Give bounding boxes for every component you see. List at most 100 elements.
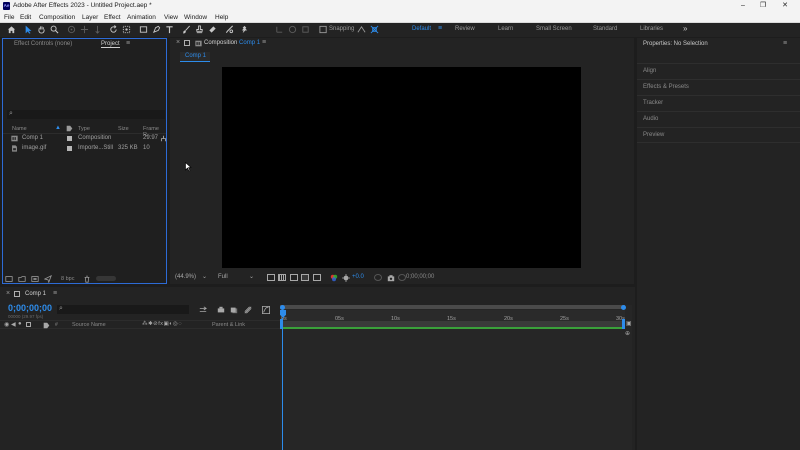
transparency-grid-icon[interactable] bbox=[278, 274, 286, 281]
restore-button[interactable]: ❐ bbox=[758, 1, 768, 11]
tab-project[interactable]: Project bbox=[101, 41, 120, 48]
project-item-comp1[interactable]: Comp 1 Composition 29.97 bbox=[3, 134, 167, 144]
panel-effects-presets[interactable]: Effects & Presets bbox=[637, 79, 800, 95]
audio-icon[interactable]: ◀ bbox=[11, 321, 16, 328]
video-visibility-icon[interactable]: ◉ bbox=[4, 321, 9, 328]
selection-tool-icon[interactable] bbox=[24, 25, 33, 34]
panel-tracker[interactable]: Tracker bbox=[637, 95, 800, 111]
panel-menu-icon[interactable]: ≡ bbox=[262, 39, 266, 46]
rotation-tool-icon[interactable] bbox=[109, 25, 118, 34]
workspace-default[interactable]: Default bbox=[412, 26, 431, 32]
close-window-button[interactable]: ✕ bbox=[780, 1, 790, 11]
menu-help[interactable]: Help bbox=[215, 14, 228, 21]
workspace-libraries[interactable]: Libraries bbox=[640, 26, 663, 32]
zoom-tool-icon[interactable] bbox=[50, 25, 59, 34]
menu-composition[interactable]: Composition bbox=[39, 14, 75, 21]
close-tab-icon[interactable]: × bbox=[176, 39, 180, 46]
local-axis-icon[interactable] bbox=[275, 25, 284, 34]
menu-edit[interactable]: Edit bbox=[20, 14, 31, 21]
workspace-small-screen[interactable]: Small Screen bbox=[536, 26, 572, 32]
dolly-camera-icon[interactable] bbox=[93, 25, 102, 34]
type-tool-icon[interactable] bbox=[165, 25, 174, 34]
current-time-indicator[interactable]: 0;00;00;00 bbox=[8, 303, 52, 313]
panel-divider[interactable] bbox=[168, 38, 170, 284]
new-folder-icon[interactable] bbox=[18, 275, 26, 285]
more-workspaces-icon[interactable]: » bbox=[683, 24, 687, 33]
menu-window[interactable]: Window bbox=[184, 14, 207, 21]
column-source-name[interactable]: Source Name bbox=[72, 322, 106, 328]
brush-tool-icon[interactable] bbox=[182, 25, 191, 34]
composition-duration-bar[interactable] bbox=[282, 321, 623, 329]
time-ruler[interactable]: 0s 05s 10s 15s 20s 25s 30s bbox=[280, 310, 625, 322]
graph-editor-icon[interactable] bbox=[262, 306, 270, 316]
view-axis-icon[interactable] bbox=[301, 25, 310, 34]
column-parent-link[interactable]: Parent & Link bbox=[212, 322, 245, 328]
orbit-camera-icon[interactable] bbox=[67, 25, 76, 34]
composition-mini-flowchart-icon[interactable] bbox=[199, 306, 207, 316]
layer-switches-icons[interactable]: ⁂✱⊘fx▣◐◎◌ bbox=[142, 321, 182, 327]
panel-divider[interactable] bbox=[635, 38, 637, 450]
hand-tool-icon[interactable] bbox=[37, 25, 46, 34]
column-name[interactable]: Name bbox=[12, 126, 27, 132]
send-to-media-encoder-icon[interactable] bbox=[43, 274, 52, 285]
composition-breadcrumb[interactable]: Comp 1 bbox=[180, 52, 210, 62]
panel-preview[interactable]: Preview bbox=[637, 127, 800, 143]
work-area-bar[interactable] bbox=[280, 305, 625, 309]
resolution-dropdown[interactable]: Full bbox=[218, 274, 228, 280]
project-search-input[interactable]: ⌕ bbox=[7, 110, 165, 119]
lock-panel-icon[interactable] bbox=[14, 291, 20, 297]
pen-tool-icon[interactable] bbox=[152, 25, 161, 34]
snapping-checkbox[interactable] bbox=[319, 25, 328, 34]
reset-exposure-icon[interactable] bbox=[374, 274, 382, 281]
anchor-point-tool-icon[interactable] bbox=[122, 25, 131, 34]
label-color-swatch[interactable] bbox=[67, 146, 72, 151]
lock-icon[interactable] bbox=[26, 322, 31, 327]
pan-camera-icon[interactable] bbox=[80, 25, 89, 34]
roto-brush-tool-icon[interactable] bbox=[225, 25, 234, 34]
bit-depth-label[interactable]: 8 bpc bbox=[61, 276, 74, 282]
out-point-marker[interactable] bbox=[622, 319, 625, 329]
panel-align[interactable]: Align bbox=[637, 63, 800, 79]
current-time-display[interactable]: 0;00;00;00 bbox=[406, 274, 434, 280]
exposure-value[interactable]: +0.0 bbox=[352, 274, 364, 280]
comp-button-icon[interactable]: ⊕ bbox=[625, 330, 630, 337]
project-item-image-gif[interactable]: image.gif Importe...Still 325 KB 10 bbox=[3, 144, 163, 154]
camera-snapshot-icon[interactable] bbox=[387, 274, 395, 284]
show-snapshot-icon[interactable] bbox=[398, 274, 406, 281]
mask-path-visibility-icon[interactable] bbox=[290, 274, 298, 281]
panel-menu-icon[interactable]: ≡ bbox=[53, 290, 57, 297]
workspace-review[interactable]: Review bbox=[455, 26, 475, 32]
layer-number-icon[interactable]: # bbox=[55, 322, 58, 328]
close-tab-icon[interactable]: × bbox=[6, 290, 10, 297]
menu-animation[interactable]: Animation bbox=[127, 14, 156, 21]
label-color-swatch[interactable] bbox=[67, 136, 72, 141]
timeline-search-input[interactable]: ⌕ bbox=[57, 305, 189, 314]
menu-effect[interactable]: Effect bbox=[104, 14, 121, 21]
menu-view[interactable]: View bbox=[164, 14, 178, 21]
panel-menu-icon[interactable]: ≡ bbox=[783, 40, 787, 47]
fast-previews-icon[interactable] bbox=[267, 274, 275, 281]
composition-viewer[interactable] bbox=[222, 67, 581, 268]
tab-composition[interactable]: Composition Comp 1 bbox=[204, 40, 260, 46]
column-type[interactable]: Type bbox=[78, 126, 90, 132]
panel-menu-icon[interactable]: ≡ bbox=[126, 40, 130, 47]
panel-audio[interactable]: Audio bbox=[637, 111, 800, 127]
rectangle-tool-icon[interactable] bbox=[139, 25, 148, 34]
minimize-button[interactable]: – bbox=[738, 1, 748, 11]
draft-3d-icon[interactable] bbox=[217, 306, 225, 316]
flowchart-icon[interactable] bbox=[160, 135, 167, 144]
puppet-pin-tool-icon[interactable] bbox=[240, 25, 249, 34]
clone-stamp-tool-icon[interactable] bbox=[195, 25, 204, 34]
home-icon[interactable] bbox=[7, 25, 16, 34]
playhead-line[interactable] bbox=[282, 318, 283, 450]
trash-icon[interactable] bbox=[83, 275, 91, 285]
menu-layer[interactable]: Layer bbox=[82, 14, 98, 21]
comp-marker-bin-icon[interactable]: ▣ bbox=[626, 320, 632, 327]
solo-icon[interactable]: ● bbox=[18, 321, 22, 327]
new-composition-icon[interactable] bbox=[31, 275, 39, 285]
channel-rgb-icon[interactable] bbox=[330, 274, 338, 284]
workspace-standard[interactable]: Standard bbox=[593, 26, 617, 32]
world-axis-icon[interactable] bbox=[288, 25, 297, 34]
tab-effect-controls[interactable]: Effect Controls (none) bbox=[14, 41, 72, 47]
eraser-tool-icon[interactable] bbox=[208, 25, 217, 34]
